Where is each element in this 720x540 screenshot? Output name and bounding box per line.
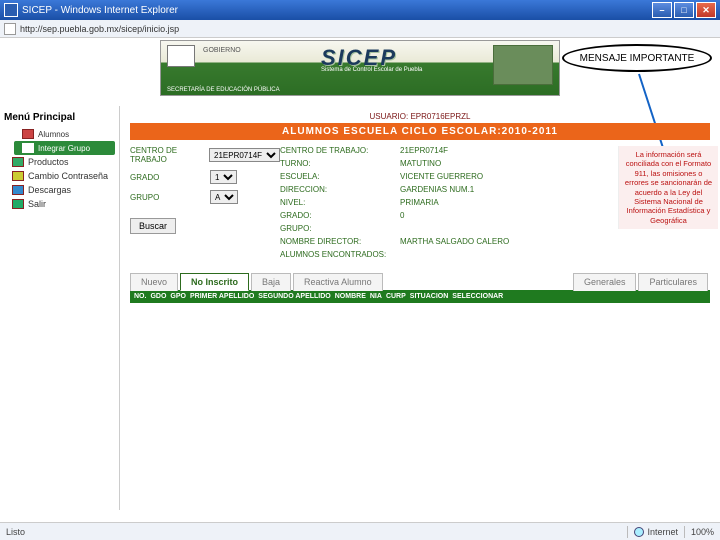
info-label: NIVEL: — [280, 198, 400, 207]
sicep-subtitle: Sistema de Control Escolar de Puebla — [321, 67, 422, 73]
status-zone: Internet — [647, 527, 678, 537]
products-icon — [12, 157, 24, 167]
content-area: USUARIO: EPR0716EPRZL ALUMNOS ESCUELA CI… — [120, 106, 720, 510]
grupo-label: GRUPO — [130, 193, 210, 202]
sidebar-item-label: Salir — [28, 199, 46, 209]
window-title: SICEP - Windows Internet Explorer — [22, 5, 650, 16]
info-value: MATUTINO — [400, 159, 441, 168]
grid-header: NO. GDO GPO PRIMER APELLIDO SEGUNDO APEL… — [130, 290, 710, 303]
sep-text: SECRETARÍA DE EDUCACIÓN PÚBLICA — [167, 87, 280, 93]
tab-particulares[interactable]: Particulares — [638, 273, 708, 291]
info-value: PRIMARIA — [400, 198, 439, 207]
info-label: TURNO: — [280, 159, 400, 168]
info-label: DIRECCION: — [280, 185, 400, 194]
info-value: 0 — [400, 211, 404, 220]
status-zoom: 100% — [691, 527, 714, 537]
key-icon — [12, 171, 24, 181]
sidebar-item-integrar-grupo[interactable]: Integrar Grupo — [14, 141, 115, 155]
grid-col: GPO — [170, 293, 186, 300]
sidebar-item-cambio-contrasena[interactable]: Cambio Contraseña — [4, 169, 115, 183]
section-title: ALUMNOS ESCUELA CICLO ESCOLAR:2010-2011 — [130, 123, 710, 140]
banner-area: GOBIERNO SICEP Sistema de Control Escola… — [0, 38, 720, 106]
grid-col: NOMBRE — [335, 293, 366, 300]
sidebar-item-label: Productos — [28, 157, 69, 167]
sidebar-item-label: Descargas — [28, 185, 71, 195]
grid-col: PRIMER APELLIDO — [190, 293, 254, 300]
sidebar-item-salir[interactable]: Salir — [4, 197, 115, 211]
info-label: GRADO: — [280, 211, 400, 220]
usuario-line: USUARIO: EPR0716EPRZL — [130, 112, 710, 121]
grid-col: NO. — [134, 293, 146, 300]
sidebar-item-label: Cambio Contraseña — [28, 171, 108, 181]
grid-col: SEGUNDO APELLIDO — [258, 293, 330, 300]
sidebar-item-label: Integrar Grupo — [38, 144, 90, 153]
buscar-button[interactable]: Buscar — [130, 218, 176, 234]
sidebar-item-label: Alumnos — [38, 130, 69, 139]
grid-col: SITUACION — [410, 293, 449, 300]
info-label: NOMBRE DIRECTOR: — [280, 237, 400, 246]
banner-people-image — [493, 45, 553, 85]
grado-select[interactable]: 1 — [210, 170, 237, 184]
mensaje-callout: MENSAJE IMPORTANTE — [562, 44, 712, 72]
window-titlebar: SICEP - Windows Internet Explorer – □ ✕ — [0, 0, 720, 20]
exit-icon — [12, 199, 24, 209]
maximize-button[interactable]: □ — [674, 2, 694, 18]
centro-select[interactable]: 21EPR0714F — [209, 148, 280, 162]
mensaje-importante-box: La información será conciliada con el Fo… — [618, 146, 718, 229]
address-bar: http://sep.puebla.gob.mx/sicep/inicio.js… — [0, 20, 720, 38]
grid-col: GDO — [150, 293, 166, 300]
info-label: CENTRO DE TRABAJO: — [280, 146, 400, 155]
info-value: 21EPR0714F — [400, 146, 448, 155]
tab-no-inscrito[interactable]: No Inscrito — [180, 273, 249, 291]
people-icon — [22, 129, 34, 139]
gobierno-text: GOBIERNO — [203, 47, 241, 54]
main-layout: Menú Principal Alumnos Integrar Grupo Pr… — [0, 106, 720, 510]
close-button[interactable]: ✕ — [696, 2, 716, 18]
tabs-row: Nuevo No Inscrito Baja Reactiva Alumno G… — [130, 273, 710, 291]
info-value: GARDENIAS NUM.1 — [400, 185, 474, 194]
filter-panel: CENTRO DE TRABAJO 21EPR0714F GRADO 1 GRU… — [130, 146, 280, 263]
minimize-button[interactable]: – — [652, 2, 672, 18]
tab-baja[interactable]: Baja — [251, 273, 291, 291]
grid-col: SELECCIONAR — [452, 293, 503, 300]
grado-label: GRADO — [130, 173, 210, 182]
info-value: MARTHA SALGADO CALERO — [400, 237, 509, 246]
group-icon — [22, 143, 34, 153]
info-label: GRUPO: — [280, 224, 400, 233]
status-bar: Listo Internet 100% — [0, 522, 720, 540]
sidebar-item-descargas[interactable]: Descargas — [4, 183, 115, 197]
grid-col: NIA — [370, 293, 382, 300]
grid-col: CURP — [386, 293, 406, 300]
puebla-logo — [167, 45, 195, 67]
sidebar-item-productos[interactable]: Productos — [4, 155, 115, 169]
download-icon — [12, 185, 24, 195]
info-label: ALUMNOS ENCONTRADOS: — [280, 250, 400, 259]
grupo-select[interactable]: A — [210, 190, 238, 204]
centro-label: CENTRO DE TRABAJO — [130, 146, 209, 164]
sidebar-item-alumnos[interactable]: Alumnos — [14, 127, 115, 141]
tab-generales[interactable]: Generales — [573, 273, 637, 291]
info-value: VICENTE GUERRERO — [400, 172, 483, 181]
url-text[interactable]: http://sep.puebla.gob.mx/sicep/inicio.js… — [20, 24, 179, 34]
info-label: ESCUELA: — [280, 172, 400, 181]
sidebar-title: Menú Principal — [4, 112, 115, 123]
tab-nuevo[interactable]: Nuevo — [130, 273, 178, 291]
sidebar: Menú Principal Alumnos Integrar Grupo Pr… — [0, 106, 120, 510]
usuario-value: EPR0716EPRZL — [410, 112, 470, 121]
globe-icon — [634, 527, 644, 537]
status-left: Listo — [6, 527, 25, 537]
usuario-label: USUARIO: — [370, 112, 409, 121]
ie-icon — [4, 3, 18, 17]
tab-reactiva-alumno[interactable]: Reactiva Alumno — [293, 273, 383, 291]
banner: GOBIERNO SICEP Sistema de Control Escola… — [160, 40, 560, 96]
mensaje-callout-label: MENSAJE IMPORTANTE — [580, 53, 695, 64]
page-icon — [4, 23, 16, 35]
